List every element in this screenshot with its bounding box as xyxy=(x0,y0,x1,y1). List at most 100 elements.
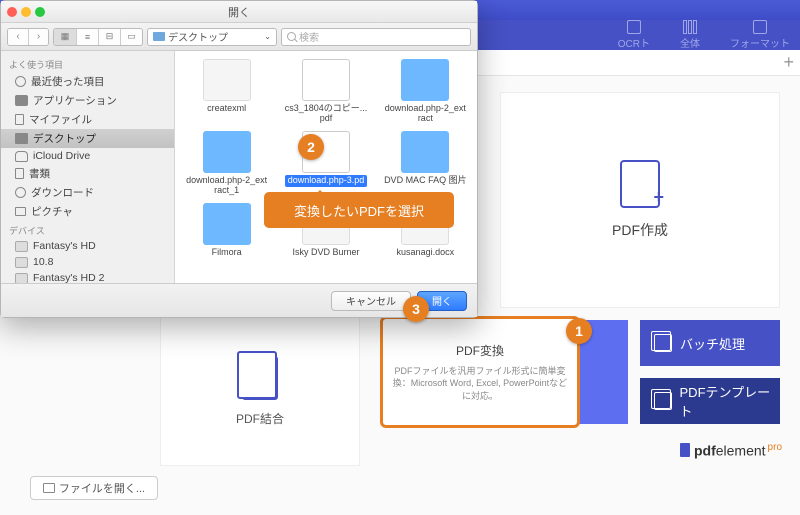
dialog-title: 開く xyxy=(228,4,250,20)
document-icon xyxy=(15,168,24,179)
batch-process-button[interactable]: バッチ処理 xyxy=(640,320,780,366)
tooltip-title: PDF変換 xyxy=(456,342,504,359)
sidebar-item-desktop[interactable]: デスクトップ xyxy=(1,129,174,148)
folder-icon xyxy=(43,483,55,493)
add-button[interactable]: + xyxy=(783,52,794,73)
search-placeholder: 検索 xyxy=(299,29,319,44)
location-label: デスクトップ xyxy=(168,29,228,44)
sidebar-item-myfiles[interactable]: マイファイル xyxy=(1,110,174,129)
hd-icon xyxy=(15,257,28,268)
brand-mark-icon xyxy=(680,443,690,457)
download-icon xyxy=(15,187,26,198)
batch-label: バッチ処理 xyxy=(680,334,745,353)
view-switcher: ▦ ≡ ⊟ ▭ xyxy=(53,28,143,46)
chevron-down-icon: ⌄ xyxy=(264,32,271,41)
sidebar-item-icloud[interactable]: iCloud Drive xyxy=(1,148,174,164)
open-file-button[interactable]: ファイルを開く... xyxy=(30,476,158,500)
file-browser: createxml cs3_1804のコピー...pdf download.php-… xyxy=(175,51,477,283)
template-icon xyxy=(654,392,672,410)
folder-icon xyxy=(203,203,251,245)
dialog-titlebar: 開く xyxy=(1,1,477,23)
annotation-tooltip: 変換したいPDFを選択 xyxy=(264,192,454,228)
sidebar: よく使う項目 最近使った項目 アプリケーション マイファイル デスクトップ iC… xyxy=(1,51,175,283)
open-file-dialog: 開く ‹ › ▦ ≡ ⊟ ▭ デスクトップ ⌄ 検索 よく使う項目 最近使った項… xyxy=(0,0,478,318)
stack-icon xyxy=(654,334,672,352)
annotation-badge-3: 3 xyxy=(403,296,429,322)
sidebar-item-hd3[interactable]: Fantasy's HD 2 xyxy=(1,270,174,283)
folder-icon xyxy=(203,131,251,173)
location-dropdown[interactable]: デスクトップ ⌄ xyxy=(147,28,277,46)
file-name: download.php-2_extract_1 xyxy=(182,175,272,197)
columns-icon xyxy=(683,20,697,34)
dialog-minimize-icon[interactable] xyxy=(21,7,31,17)
pdf-template-button[interactable]: PDFテンプレート xyxy=(640,378,780,424)
sidebar-item-recent[interactable]: 最近使った項目 xyxy=(1,72,174,91)
nav-back-button[interactable]: ‹ xyxy=(8,29,28,45)
files-icon xyxy=(15,114,24,125)
hd-icon xyxy=(15,273,28,284)
pdf-merge-card[interactable]: PDF結合 xyxy=(160,316,360,466)
nav-forward-button[interactable]: › xyxy=(28,29,48,45)
dialog-zoom-icon[interactable] xyxy=(35,7,45,17)
lock-icon xyxy=(627,20,641,34)
view-list-button[interactable]: ≡ xyxy=(76,29,98,45)
sidebar-group-devices: デバイス xyxy=(1,221,174,238)
sidebar-group-favorites: よく使う項目 xyxy=(1,55,174,72)
folder-icon xyxy=(153,32,165,41)
nav-buttons: ‹ › xyxy=(7,28,49,46)
app-icon xyxy=(15,95,28,106)
documents-icon xyxy=(242,356,278,400)
annotation-badge-2: 2 xyxy=(298,134,324,160)
file-item[interactable]: createxml xyxy=(179,57,274,127)
app-icon xyxy=(203,59,251,101)
sidebar-item-apps[interactable]: アプリケーション xyxy=(1,91,174,110)
cancel-button[interactable]: キャンセル xyxy=(331,291,411,311)
search-icon xyxy=(287,32,296,41)
file-name: DVD MAC FAQ 图片 xyxy=(381,175,470,187)
file-item[interactable]: download.php-2_extract_1 xyxy=(179,129,274,199)
brand-logo: pdfelementpro xyxy=(680,442,782,459)
file-item[interactable]: cs3_1804のコピー...pdf xyxy=(278,57,373,127)
view-icon-button[interactable]: ▦ xyxy=(54,29,76,45)
picture-icon xyxy=(15,207,26,216)
tooltip-desc: PDFファイルを汎用ファイル形式に簡単変換：Microsoft Word, Ex… xyxy=(391,365,569,403)
pdf-create-card[interactable]: PDF作成 xyxy=(500,92,780,308)
file-item[interactable]: download.php-2_extract xyxy=(378,57,473,127)
file-name: kusanagi.docx xyxy=(394,247,458,259)
file-item[interactable]: DVD MAC FAQ 图片 xyxy=(378,129,473,199)
pdf-create-label: PDF作成 xyxy=(612,220,668,240)
pdf-convert-tooltip[interactable]: PDF変換 PDFファイルを汎用ファイル形式に簡単変換：Microsoft Wo… xyxy=(380,316,580,428)
toolbar-ocr[interactable]: OCRト xyxy=(618,20,650,50)
sidebar-item-downloads[interactable]: ダウンロード xyxy=(1,183,174,202)
document-plus-icon xyxy=(620,160,660,208)
hd-icon xyxy=(15,241,28,252)
sidebar-item-pictures[interactable]: ピクチャ xyxy=(1,202,174,221)
cloud-icon xyxy=(15,151,28,162)
file-item[interactable]: Filmora xyxy=(179,201,274,261)
file-name: Isky DVD Burner xyxy=(289,247,362,259)
file-name: Filmora xyxy=(209,247,245,259)
folder-icon xyxy=(401,131,449,173)
desktop-icon xyxy=(15,133,28,144)
dialog-toolbar: ‹ › ▦ ≡ ⊟ ▭ デスクトップ ⌄ 検索 xyxy=(1,23,477,51)
file-name: download.php-2_extract xyxy=(380,103,470,125)
template-label: PDFテンプレート xyxy=(680,382,780,420)
view-column-button[interactable]: ⊟ xyxy=(98,29,120,45)
search-input[interactable]: 検索 xyxy=(281,28,471,46)
format-icon xyxy=(753,20,767,34)
sidebar-item-docs[interactable]: 書類 xyxy=(1,164,174,183)
clock-icon xyxy=(15,76,26,87)
folder-icon xyxy=(401,59,449,101)
pdf-merge-label: PDF結合 xyxy=(236,410,284,427)
dialog-close-icon[interactable] xyxy=(7,7,17,17)
annotation-badge-1: 1 xyxy=(566,318,592,344)
file-name: cs3_1804のコピー...pdf xyxy=(281,103,371,125)
view-cover-button[interactable]: ▭ xyxy=(120,29,142,45)
toolbar-format[interactable]: フォーマット xyxy=(730,20,790,50)
toolbar-all[interactable]: 全体 xyxy=(680,20,700,50)
sidebar-item-hd1[interactable]: Fantasy's HD xyxy=(1,238,174,254)
open-file-label: ファイルを開く... xyxy=(59,480,145,496)
sidebar-item-hd2[interactable]: 10.8 xyxy=(1,254,174,270)
pdf-icon xyxy=(302,59,350,101)
file-name: createxml xyxy=(204,103,249,115)
